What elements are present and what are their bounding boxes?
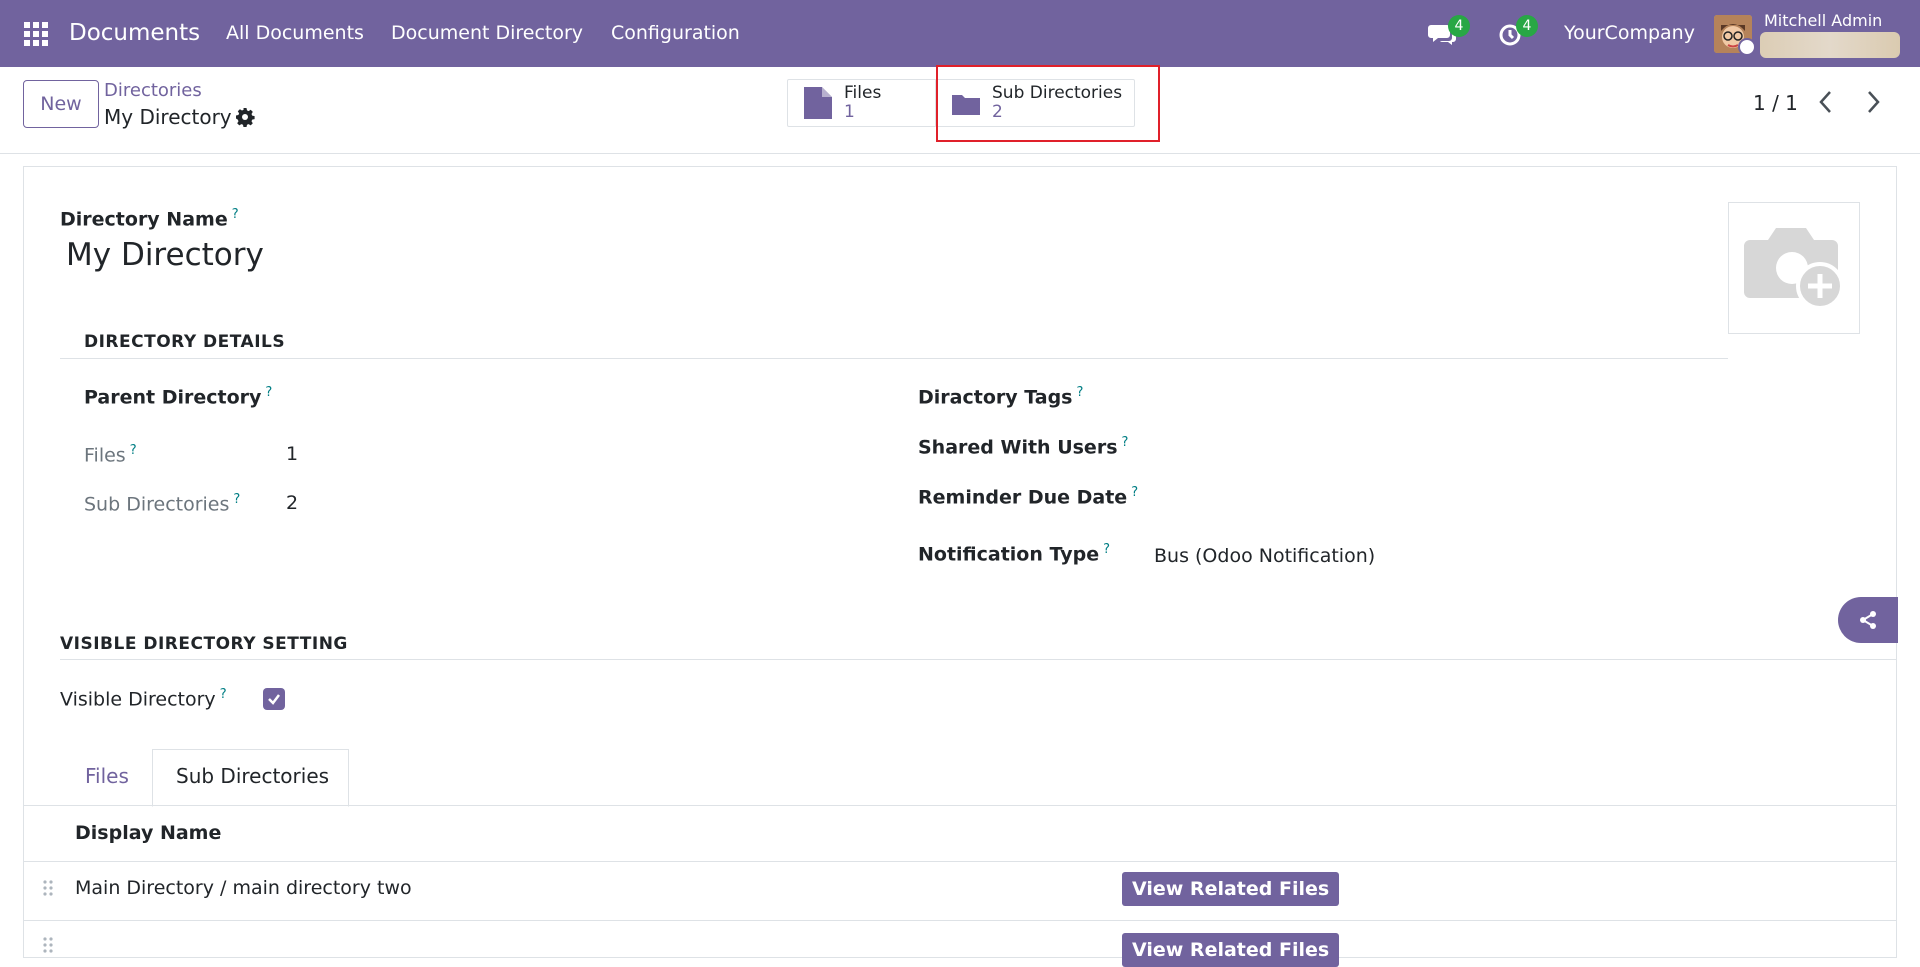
menu-document-directory[interactable]: Document Directory	[391, 22, 583, 44]
directory-name-input[interactable]: My Directory	[66, 237, 264, 273]
view-related-files-button[interactable]: View Related Files	[1122, 933, 1340, 967]
pager-value[interactable]: 1 / 1	[1753, 91, 1798, 115]
messages-badge: 4	[1448, 15, 1470, 37]
files-smart-label: Files	[844, 83, 882, 103]
company-switcher[interactable]: YourCompany	[1564, 22, 1695, 44]
tab-files[interactable]: Files	[85, 764, 129, 788]
help-icon[interactable]: ?	[1103, 542, 1110, 557]
section-directory-details: DIRECTORY DETAILS	[84, 332, 286, 352]
activities-badge: 4	[1516, 15, 1538, 37]
help-icon[interactable]: ?	[1131, 485, 1138, 500]
new-button[interactable]: New	[23, 80, 99, 128]
menu-all-documents[interactable]: All Documents	[226, 22, 364, 44]
highlight-annotation	[936, 65, 1160, 142]
chevron-right-icon	[1868, 91, 1880, 113]
share-icon	[1860, 611, 1876, 629]
form-sheet: Directory Name? My Directory DIRECTORY D…	[23, 166, 1897, 967]
reminder-due-date-label: Reminder Due Date?	[918, 485, 1139, 509]
table-row-divider	[24, 920, 1896, 921]
section-divider	[60, 358, 1728, 359]
parent-directory-label: Parent Directory?	[84, 385, 273, 409]
tab-sub-directories[interactable]: Sub Directories	[176, 764, 329, 788]
breadcrumb-current: My Directory	[104, 105, 232, 129]
files-label: Files?	[84, 443, 137, 467]
visible-directory-label: Visible Directory?	[60, 687, 227, 711]
breadcrumb-directories[interactable]: Directories	[104, 80, 202, 101]
messages-button[interactable]: 4	[1428, 15, 1470, 49]
table-row-display-name[interactable]: Main Directory / main directory two	[75, 877, 412, 899]
user-database-blurred	[1760, 32, 1900, 58]
apps-grid-icon[interactable]	[24, 22, 48, 46]
app-name[interactable]: Documents	[69, 20, 200, 46]
notification-type-select[interactable]: Bus (Odoo Notification)	[1154, 545, 1375, 567]
image-upload[interactable]	[1728, 202, 1860, 334]
tabs-divider	[24, 805, 1896, 806]
activities-button[interactable]: 4	[1496, 15, 1538, 49]
shared-users-label: Shared With Users?	[918, 435, 1129, 459]
help-icon[interactable]: ?	[233, 492, 240, 507]
visible-directory-checkbox[interactable]	[263, 688, 285, 710]
section-divider	[60, 659, 1896, 660]
pager-next-button[interactable]	[1861, 89, 1885, 115]
help-icon[interactable]: ?	[220, 687, 227, 702]
table-header-divider	[24, 861, 1896, 862]
top-navbar: Documents All Documents Document Directo…	[0, 0, 1920, 67]
help-icon[interactable]: ?	[265, 385, 272, 400]
section-visible-directory: VISIBLE DIRECTORY SETTING	[60, 634, 348, 654]
camera-plus-icon	[1744, 228, 1844, 310]
help-icon[interactable]: ?	[1122, 435, 1129, 450]
column-display-name[interactable]: Display Name	[75, 822, 221, 844]
check-icon	[268, 694, 280, 705]
share-button[interactable]	[1838, 597, 1898, 643]
notification-type-label: Notification Type?	[918, 542, 1110, 566]
help-icon[interactable]: ?	[130, 443, 137, 458]
menu-configuration[interactable]: Configuration	[611, 22, 740, 44]
drag-handle-icon[interactable]	[42, 936, 54, 954]
sub-directories-value: 2	[286, 492, 299, 514]
directory-name-label: Directory Name?	[60, 207, 239, 231]
files-value: 1	[286, 443, 299, 465]
chevron-left-icon	[1819, 91, 1831, 113]
gear-icon[interactable]	[235, 107, 255, 128]
file-icon	[804, 87, 832, 119]
view-related-files-button[interactable]: View Related Files	[1122, 872, 1340, 906]
user-name[interactable]: Mitchell Admin	[1764, 11, 1882, 30]
drag-handle-icon[interactable]	[42, 879, 54, 897]
help-icon[interactable]: ?	[232, 207, 239, 222]
files-smart-value: 1	[844, 102, 855, 122]
user-status-indicator	[1738, 38, 1756, 56]
files-smart-button[interactable]: Files 1	[787, 79, 937, 127]
pager-previous-button[interactable]	[1814, 89, 1838, 115]
directory-tags-label: Diractory Tags?	[918, 385, 1084, 409]
help-icon[interactable]: ?	[1077, 385, 1084, 400]
sub-directories-label: Sub Directories?	[84, 492, 241, 516]
